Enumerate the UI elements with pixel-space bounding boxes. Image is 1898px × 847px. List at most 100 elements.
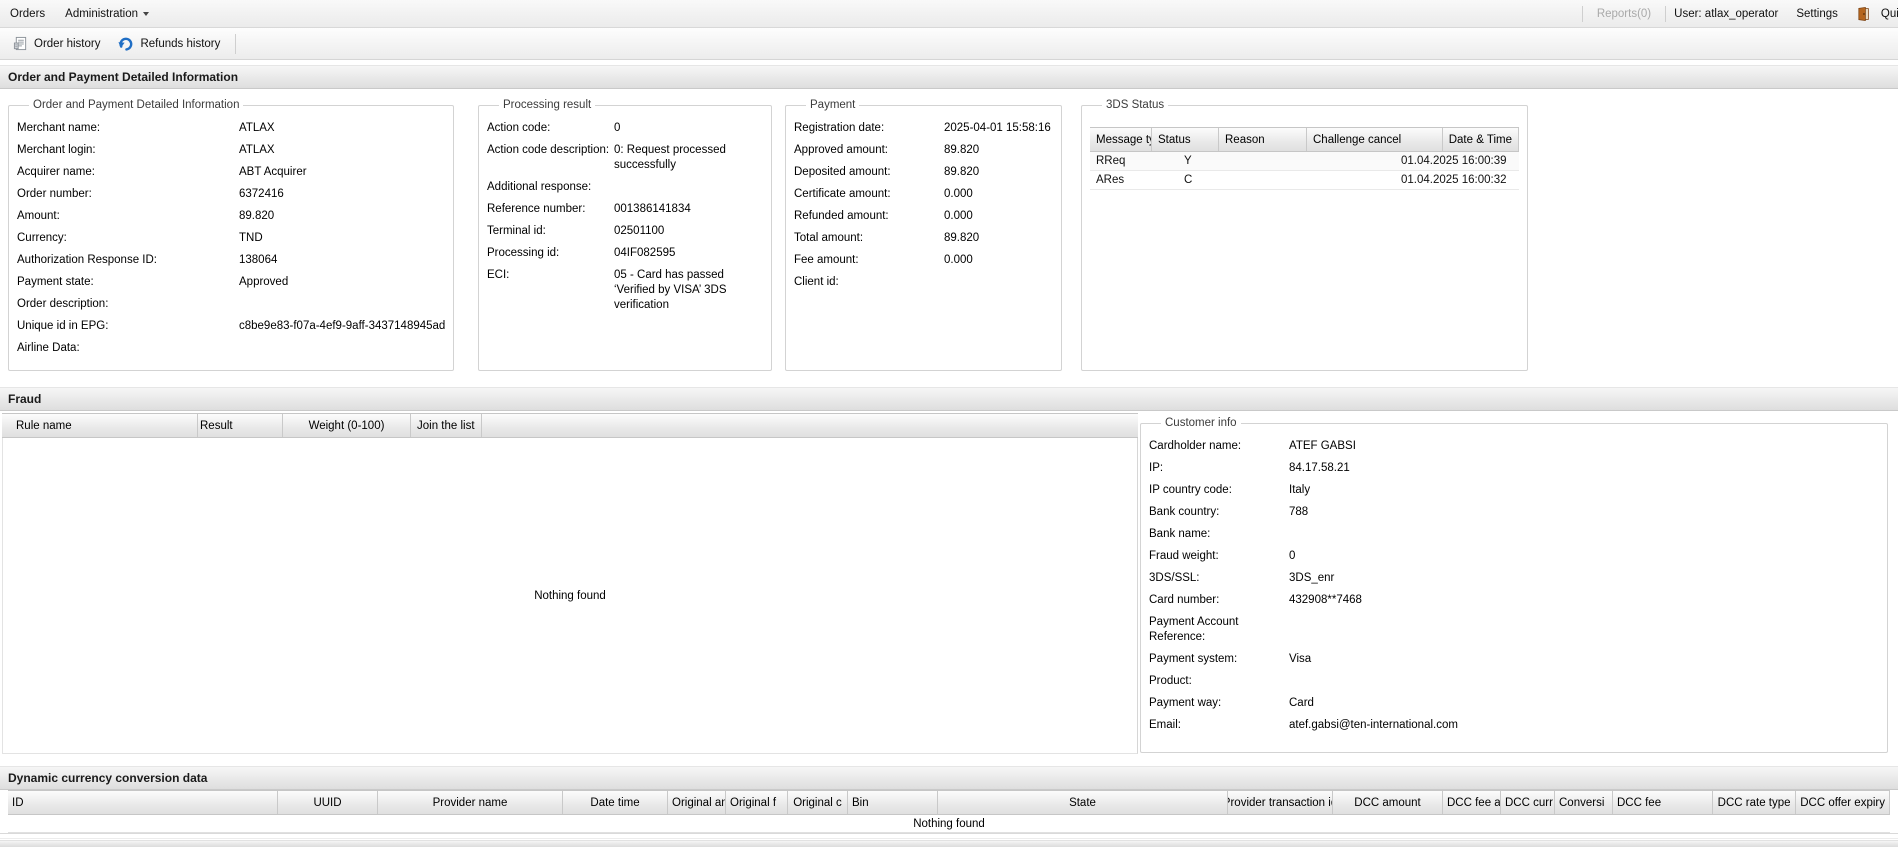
order-history-button[interactable]: Order history bbox=[4, 31, 109, 57]
field-value: 0.000 bbox=[944, 253, 1053, 268]
field-label: Currency: bbox=[17, 231, 239, 246]
field-value bbox=[614, 180, 763, 195]
column-header[interactable]: Bin bbox=[848, 791, 938, 814]
column-header[interactable]: State bbox=[938, 791, 1228, 814]
field-label: Email: bbox=[1149, 718, 1289, 733]
column-header[interactable]: Reason bbox=[1219, 128, 1307, 151]
field-value: 04IF082595 bbox=[614, 246, 763, 261]
column-header[interactable]: Challenge cancel bbox=[1307, 128, 1443, 151]
field-value: ATLAX bbox=[239, 121, 445, 136]
field-row: Deposited amount: 89.820 bbox=[794, 165, 1053, 180]
column-header[interactable]: Message type bbox=[1090, 128, 1152, 151]
chevron-down-icon bbox=[143, 12, 149, 16]
field-label: ECI: bbox=[487, 268, 614, 313]
field-row: Acquirer name: ABT Acquirer bbox=[17, 165, 445, 180]
field-value: 138064 bbox=[239, 253, 445, 268]
field-label: Additional response: bbox=[487, 180, 614, 195]
exit-door-icon[interactable] bbox=[1856, 6, 1871, 22]
field-row: Refunded amount: 0.000 bbox=[794, 209, 1053, 224]
column-header[interactable]: DCC curr bbox=[1501, 791, 1555, 814]
menu-right-group: Reports(0) User: atlax_operator Settings… bbox=[1582, 6, 1898, 22]
field-label: Bank name: bbox=[1149, 527, 1289, 542]
field-label: Reference number: bbox=[487, 202, 614, 217]
field-value bbox=[1289, 615, 1879, 645]
divider bbox=[235, 34, 236, 54]
column-header[interactable]: Provider transaction id bbox=[1228, 791, 1333, 814]
column-header[interactable]: Join the list bbox=[411, 414, 482, 437]
field-row: Payment state: Approved bbox=[17, 275, 445, 290]
column-header[interactable]: Original amount bbox=[668, 791, 726, 814]
field-label: Payment way: bbox=[1149, 696, 1289, 711]
refunds-history-button[interactable]: Refunds history bbox=[109, 31, 229, 57]
field-row: Email: atef.gabsi@ten-international.com bbox=[1149, 718, 1879, 733]
column-header[interactable]: Date & Time bbox=[1443, 128, 1519, 151]
field-value: 432908**7468 bbox=[1289, 593, 1879, 608]
processing-result-fieldset: Processing result Action code: 0 Action … bbox=[478, 99, 772, 371]
column-header[interactable]: DCC fee amount bbox=[1443, 791, 1501, 814]
fraud-table: Rule name Result Weight (0-100) Join the… bbox=[2, 413, 1138, 754]
column-header[interactable]: ID bbox=[8, 791, 278, 814]
toolbar: Order history Refunds history bbox=[0, 28, 1898, 60]
field-value bbox=[239, 341, 445, 356]
column-header[interactable]: Rule name bbox=[2, 414, 198, 437]
field-row: Fraud weight: 0 bbox=[1149, 549, 1879, 564]
customer-info-fields: Cardholder name: ATEF GABSI IP: 84.17.58… bbox=[1149, 429, 1879, 733]
column-header[interactable]: DCC fee bbox=[1613, 791, 1713, 814]
field-row: Registration date: 2025-04-01 15:58:16 bbox=[794, 121, 1053, 136]
refunds-history-icon bbox=[118, 36, 134, 52]
table-row[interactable]: RReq Y 01.04.2025 16:00:39 bbox=[1090, 152, 1519, 171]
column-header[interactable]: Original f bbox=[726, 791, 788, 814]
field-row: Client id: bbox=[794, 275, 1053, 290]
field-label: Bank country: bbox=[1149, 505, 1289, 520]
column-header[interactable]: Conversi bbox=[1555, 791, 1613, 814]
field-label: Fraud weight: bbox=[1149, 549, 1289, 564]
field-row: Airline Data: bbox=[17, 341, 445, 356]
order-info-legend: Order and Payment Detailed Information bbox=[29, 99, 243, 111]
field-label: IP: bbox=[1149, 461, 1289, 476]
cell-reason bbox=[1240, 171, 1307, 189]
menu-quit[interactable]: Quit bbox=[1879, 8, 1898, 20]
field-row: Card number: 432908**7468 bbox=[1149, 593, 1879, 608]
field-label: Product: bbox=[1149, 674, 1289, 689]
field-value: atef.gabsi@ten-international.com bbox=[1289, 718, 1879, 733]
menu-settings[interactable]: Settings bbox=[1786, 8, 1848, 20]
customer-info-legend: Customer info bbox=[1161, 417, 1241, 429]
field-value: 0.000 bbox=[944, 187, 1053, 202]
empty-state-text: Nothing found bbox=[913, 818, 985, 830]
payment-legend: Payment bbox=[806, 99, 859, 111]
fraud-table-header: Rule name Result Weight (0-100) Join the… bbox=[2, 413, 1138, 438]
column-header[interactable]: Weight (0-100) bbox=[283, 414, 411, 437]
field-value: 2025-04-01 15:58:16 bbox=[944, 121, 1053, 136]
column-header[interactable]: Provider name bbox=[378, 791, 563, 814]
column-header[interactable]: UUID bbox=[278, 791, 378, 814]
column-header[interactable]: DCC amount bbox=[1333, 791, 1443, 814]
field-row: IP country code: Italy bbox=[1149, 483, 1879, 498]
menu-orders[interactable]: Orders bbox=[0, 8, 55, 20]
menu-administration[interactable]: Administration bbox=[55, 8, 159, 20]
column-header[interactable]: Status bbox=[1152, 128, 1219, 151]
divider bbox=[1582, 6, 1583, 22]
order-info-fields: Merchant name: ATLAX Merchant login: ATL… bbox=[17, 111, 445, 356]
column-header[interactable]: Original c bbox=[788, 791, 848, 814]
field-value bbox=[239, 297, 445, 312]
field-value: Visa bbox=[1289, 652, 1879, 667]
field-label: Payment system: bbox=[1149, 652, 1289, 667]
column-header[interactable]: DCC rate type bbox=[1713, 791, 1796, 814]
column-header[interactable]: DCC offer expiry bbox=[1796, 791, 1890, 814]
table-row[interactable]: ARes C 01.04.2025 16:00:32 bbox=[1090, 171, 1519, 190]
3ds-table-header: Message type Status Reason Challenge can… bbox=[1090, 127, 1519, 152]
field-value: 89.820 bbox=[239, 209, 445, 224]
field-label: Airline Data: bbox=[17, 341, 239, 356]
field-label: 3DS/SSL: bbox=[1149, 571, 1289, 586]
field-label: Payment state: bbox=[17, 275, 239, 290]
field-row: IP: 84.17.58.21 bbox=[1149, 461, 1879, 476]
field-value: 0: Request processed successfully bbox=[614, 143, 763, 173]
column-header[interactable]: Date time bbox=[563, 791, 668, 814]
dcc-table: ID UUID Provider name Date time Original… bbox=[8, 790, 1890, 815]
field-label: Total amount: bbox=[794, 231, 944, 246]
field-row: Payment Account Reference: bbox=[1149, 615, 1879, 645]
field-label: Terminal id: bbox=[487, 224, 614, 239]
field-label: Merchant login: bbox=[17, 143, 239, 158]
field-row: Total amount: 89.820 bbox=[794, 231, 1053, 246]
column-header[interactable]: Result bbox=[198, 414, 283, 437]
